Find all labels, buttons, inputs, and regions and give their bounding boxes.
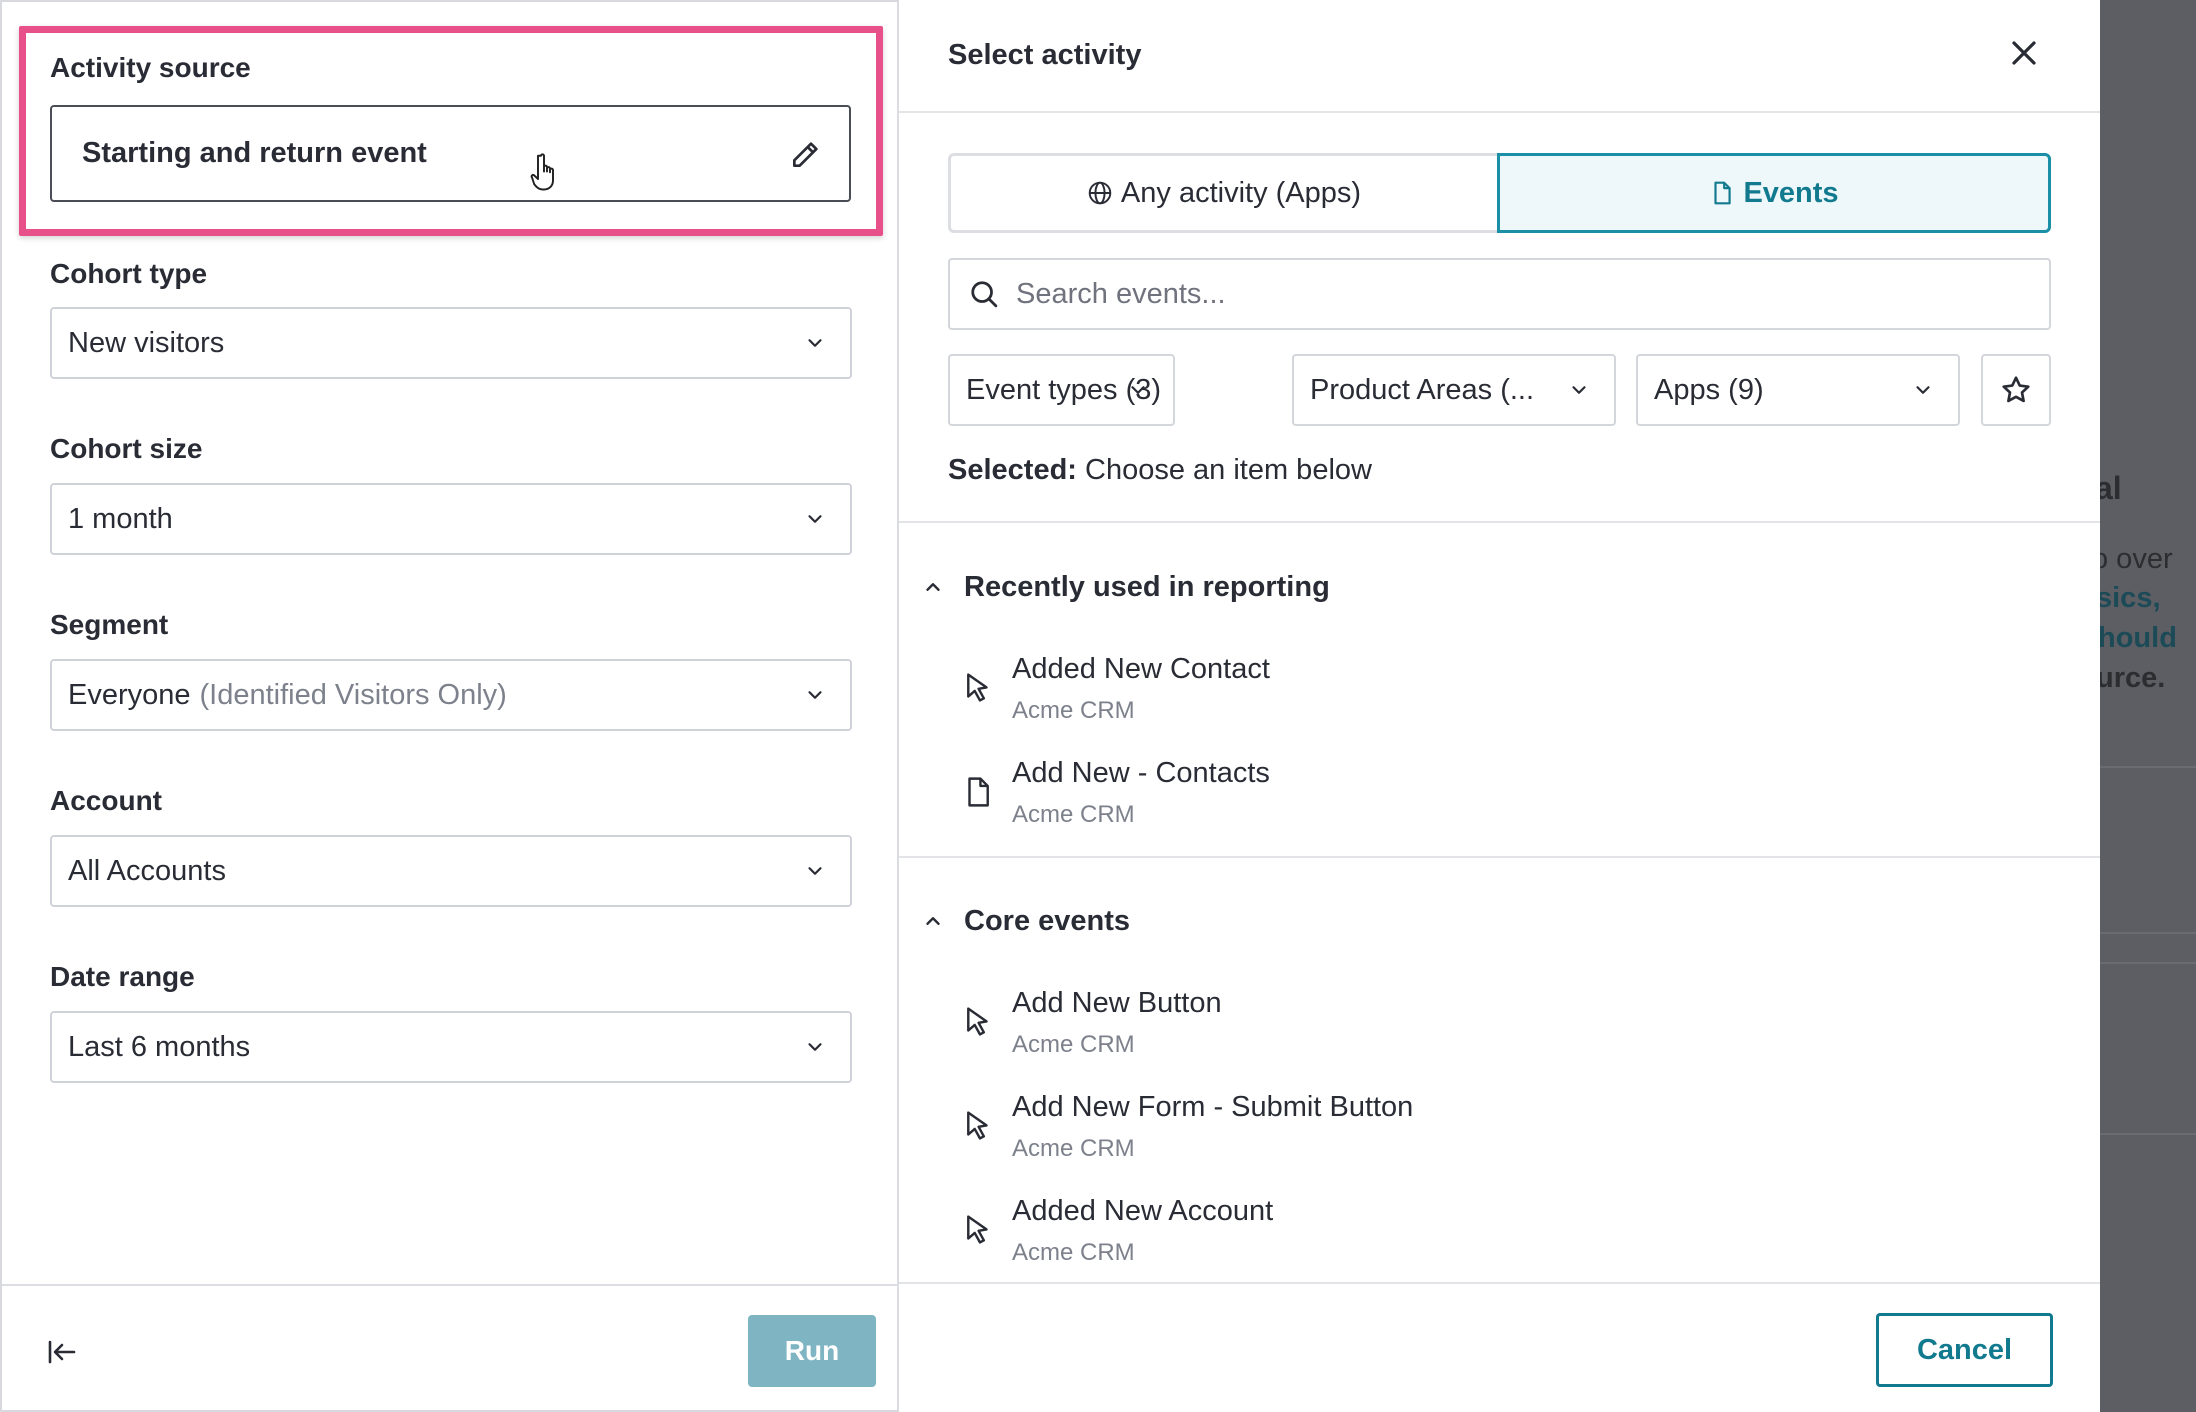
apps-filter[interactable]: Apps (9) [1636, 354, 1960, 426]
event-name: Add New Form - Submit Button [1012, 1091, 1414, 1123]
activity-source-value: Starting and return event [82, 137, 427, 169]
activity-type-toggle: Any activity (Apps) Events [948, 153, 2051, 233]
cohort-type-label: Cohort type [50, 258, 208, 289]
chevron-down-icon [1131, 386, 1145, 394]
modal-title: Select activity [948, 39, 1142, 71]
background-divider [2100, 962, 2196, 964]
event-app: Acme CRM [1012, 1031, 1135, 1058]
segment-label: Segment [50, 609, 169, 640]
background-divider [2100, 766, 2196, 768]
document-icon [1714, 181, 1732, 205]
background-text: sics, [2100, 582, 2161, 614]
search-icon [971, 281, 998, 308]
globe-icon [1088, 181, 1112, 205]
modal-backdrop: al o over sics, hould urce. [2100, 0, 2196, 1412]
list-item[interactable]: Add New - Contacts Acme CRM [899, 751, 2100, 841]
chevron-down-icon [808, 1043, 822, 1051]
event-list: Recently used in reporting Added New Con… [899, 521, 2100, 1282]
background-text: al [2100, 470, 2122, 506]
account-select[interactable]: All Accounts [50, 835, 852, 907]
cursor-icon [967, 1007, 988, 1036]
chevron-down-icon [1572, 386, 1586, 394]
background-text: urce. [2100, 662, 2166, 694]
run-button[interactable]: Run [748, 1315, 876, 1387]
chevron-up-icon [926, 917, 940, 925]
search-input[interactable] [1016, 277, 2016, 311]
tab-events-label: Events [1743, 176, 1839, 209]
activity-source-field[interactable]: Starting and return event [50, 105, 851, 202]
account-value: All Accounts [68, 854, 226, 887]
tab-any-activity-label: Any activity (Apps) [1120, 176, 1362, 209]
event-types-filter[interactable]: Event types (3) [948, 354, 1175, 426]
cancel-button[interactable]: Cancel [1876, 1313, 2053, 1387]
background-divider [2100, 932, 2196, 934]
event-app: Acme CRM [1012, 697, 1135, 724]
section-divider [899, 856, 2100, 858]
tab-any-activity[interactable]: Any activity (Apps) [948, 153, 1497, 233]
selected-summary: Selected: Choose an item below [948, 454, 1372, 487]
product-areas-filter-label: Product Areas (... [1310, 373, 1535, 406]
modal-header: Select activity [899, 0, 2100, 113]
settings-footer: Run [2, 1284, 899, 1412]
hand-pointer-icon [530, 153, 554, 191]
cursor-icon [967, 673, 988, 702]
account-label: Account [50, 785, 162, 816]
star-icon [2002, 376, 2030, 403]
cohort-size-value: 1 month [68, 502, 173, 535]
event-name: Added New Account [1012, 1195, 1274, 1227]
selected-label: Selected: [948, 454, 1077, 486]
background-text: hould [2100, 622, 2177, 654]
search-box [948, 258, 2051, 330]
modal-footer: Cancel [899, 1282, 2100, 1412]
list-item[interactable]: Added New Contact Acme CRM [899, 647, 2100, 737]
event-app: Acme CRM [1012, 801, 1135, 828]
chevron-down-icon [1916, 386, 1930, 394]
collapse-panel-icon[interactable] [46, 1338, 78, 1366]
list-item[interactable]: Added New Account Acme CRM [899, 1189, 2100, 1279]
cursor-icon [967, 1111, 988, 1140]
chevron-down-icon [808, 867, 822, 875]
event-name: Add New - Contacts [1012, 757, 1270, 789]
report-settings-panel: Activity source Starting and return even… [0, 0, 899, 1412]
cohort-type-select[interactable]: New visitors [50, 307, 852, 379]
date-range-label: Date range [50, 961, 195, 992]
event-name: Add New Button [1012, 987, 1222, 1019]
chevron-down-icon [808, 691, 822, 699]
close-icon[interactable] [2009, 38, 2039, 68]
background-text: o over [2100, 543, 2173, 575]
pencil-icon[interactable] [789, 139, 821, 171]
section-header-core-events[interactable]: Core events [899, 891, 2100, 951]
selected-value: Choose an item below [1085, 454, 1372, 486]
list-item[interactable]: Add New Form - Submit Button Acme CRM [899, 1085, 2100, 1175]
event-name: Added New Contact [1012, 653, 1270, 685]
date-range-value: Last 6 months [68, 1030, 251, 1063]
cohort-size-label: Cohort size [50, 433, 203, 464]
apps-filter-label: Apps (9) [1654, 373, 1764, 406]
select-activity-modal: Select activity Any activity (Apps) Even… [899, 0, 2100, 1412]
event-app: Acme CRM [1012, 1135, 1135, 1162]
chevron-down-icon [808, 515, 822, 523]
segment-qualifier: (Identified Visitors Only) [199, 678, 507, 711]
chevron-down-icon [808, 339, 822, 347]
cohort-type-value: New visitors [68, 326, 225, 359]
list-item[interactable]: Add New Button Acme CRM [899, 981, 2100, 1071]
background-divider [2100, 1133, 2196, 1135]
tab-events[interactable]: Events [1497, 153, 2051, 233]
section-title: Recently used in reporting [964, 570, 1330, 603]
section-title: Core events [964, 904, 1131, 937]
product-areas-filter[interactable]: Product Areas (... [1292, 354, 1616, 426]
segment-select[interactable]: Everyone (Identified Visitors Only) [50, 659, 852, 731]
date-range-select[interactable]: Last 6 months [50, 1011, 852, 1083]
event-app: Acme CRM [1012, 1239, 1135, 1266]
cohort-size-select[interactable]: 1 month [50, 483, 852, 555]
segment-value: Everyone [68, 678, 191, 711]
activity-source-label: Activity source [50, 52, 251, 83]
section-header-recently-used[interactable]: Recently used in reporting [899, 557, 2100, 617]
favorites-button[interactable] [1981, 354, 2051, 426]
chevron-up-icon [926, 583, 940, 591]
cursor-icon [967, 1215, 988, 1244]
page-icon [968, 777, 989, 807]
